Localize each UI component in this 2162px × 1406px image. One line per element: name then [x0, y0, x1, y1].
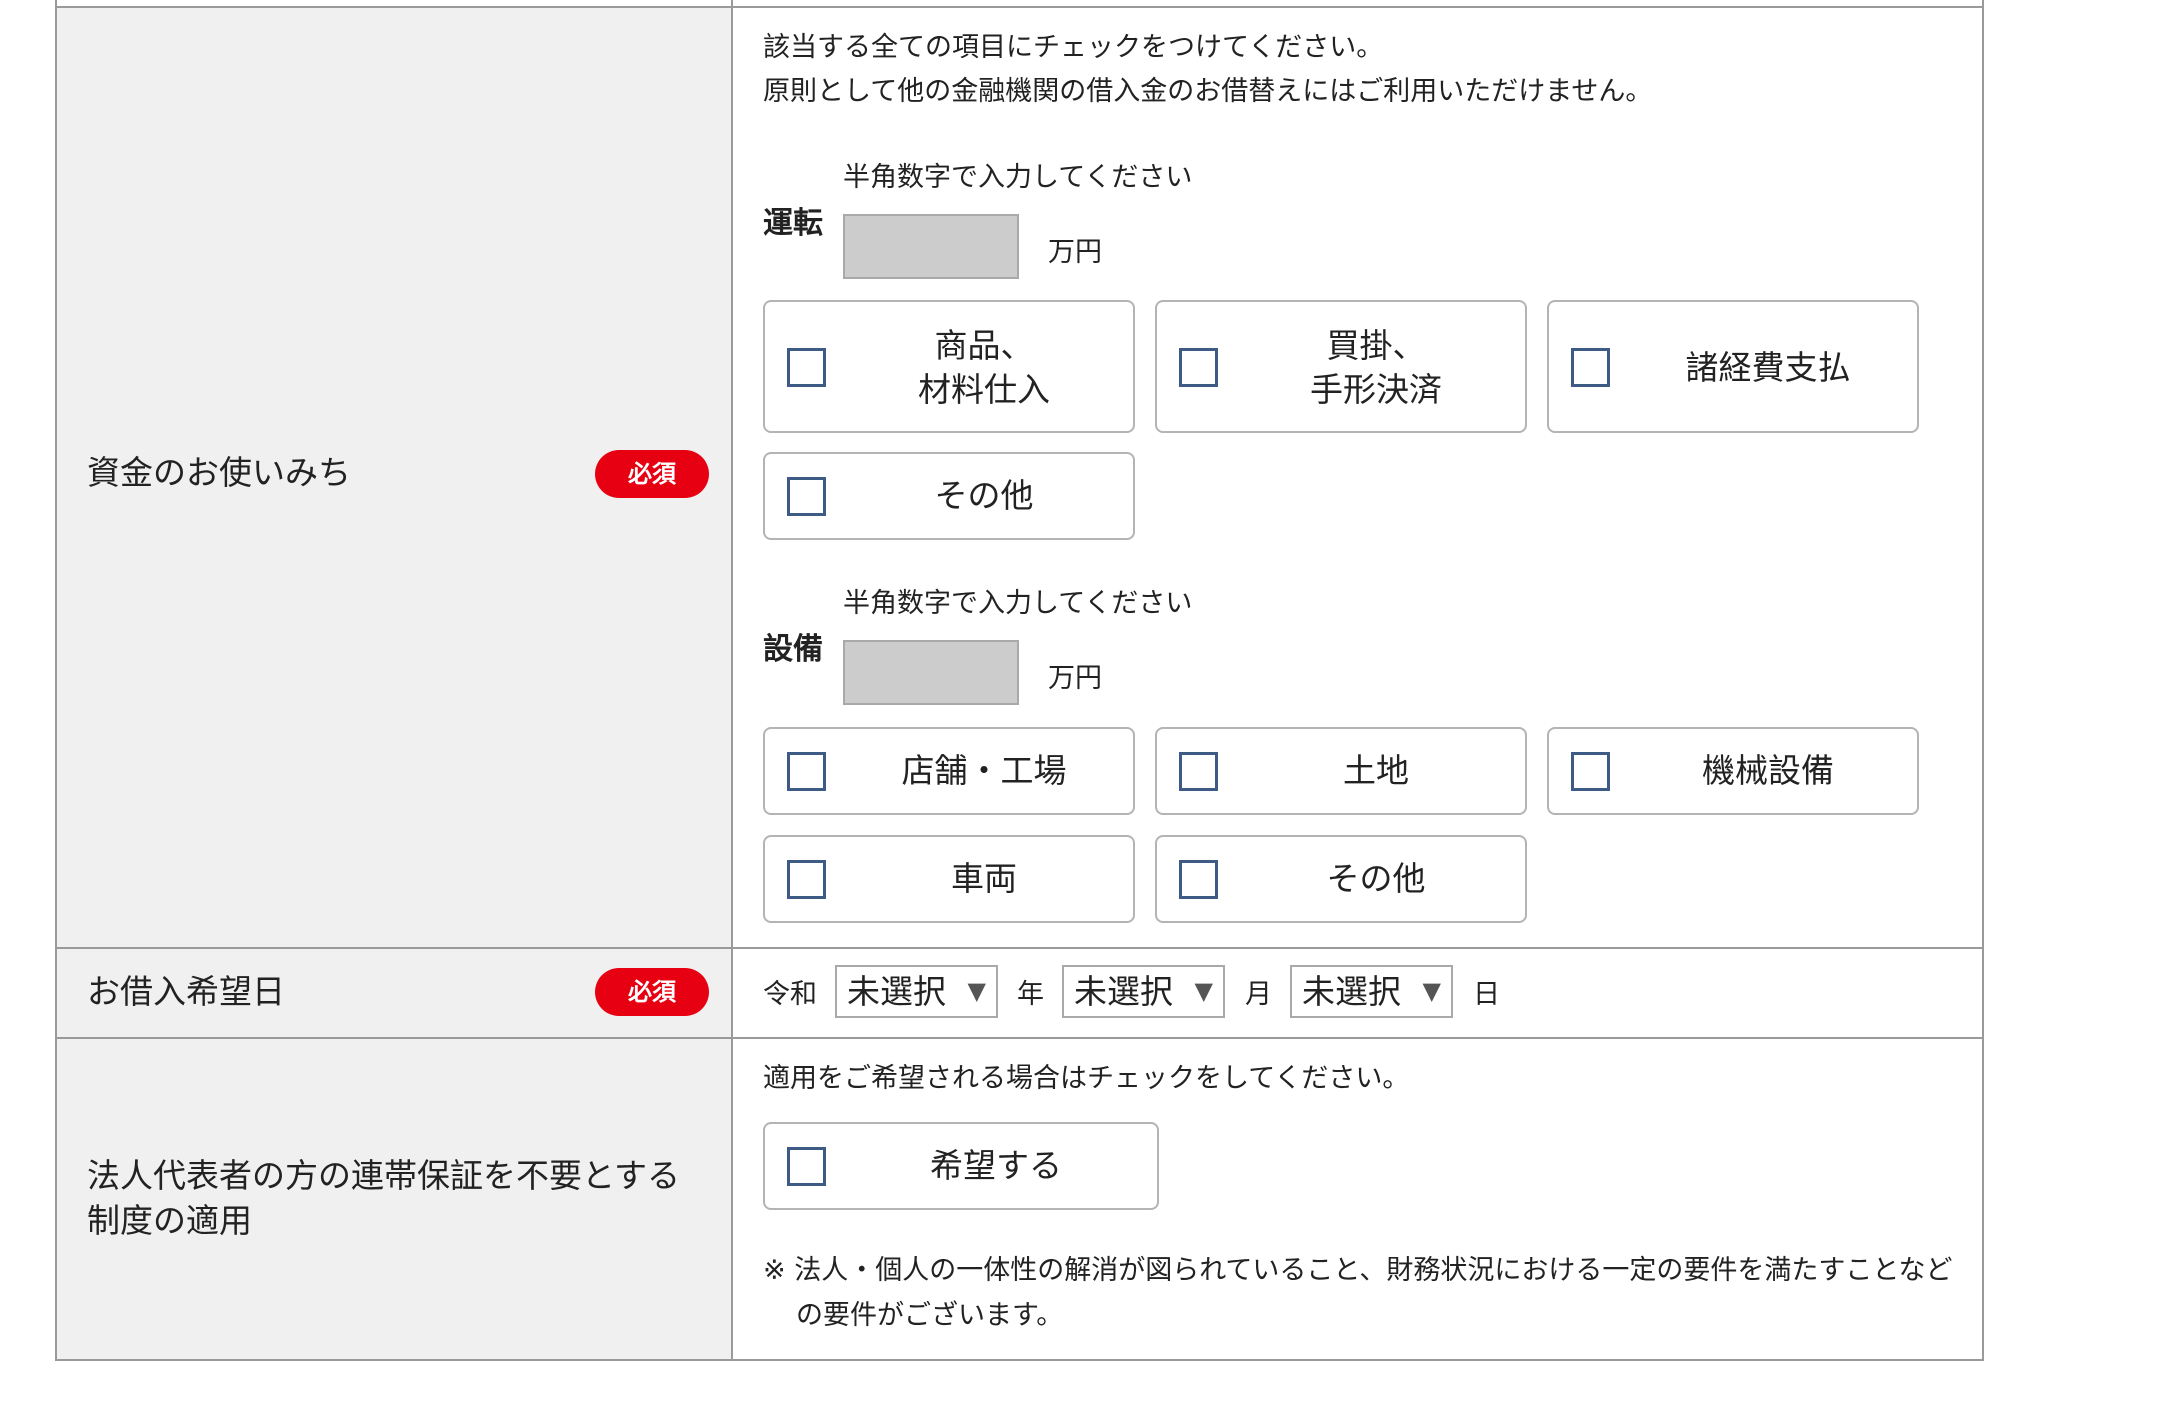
equipment-amount-input[interactable]: [843, 640, 1019, 705]
option-label: その他: [1326, 859, 1426, 898]
era-label: 令和: [763, 979, 817, 1010]
option-store-factory[interactable]: 店舗・工場: [763, 727, 1135, 815]
dropdown-arrow-icon: ▼: [967, 977, 986, 1005]
option-equipment-other[interactable]: その他: [1155, 835, 1527, 923]
month-select-value: 未選択: [1074, 972, 1173, 1011]
option-label: 機械設備: [1702, 751, 1834, 790]
year-select[interactable]: 未選択 ▼: [835, 965, 998, 1018]
guarantee-label: 法人代表者の方の連帯保証を不要とする 制度の適用: [87, 1156, 681, 1240]
required-badge: 必須: [595, 968, 709, 1016]
option-label: 商品、 材料仕入: [918, 326, 1050, 409]
year-select-value: 未選択: [847, 972, 946, 1011]
operating-hint: 半角数字で入力してください: [843, 162, 1193, 193]
equipment-unit: 万円: [1048, 663, 1102, 694]
option-guarantee-request[interactable]: 希望する: [763, 1122, 1159, 1210]
guarantee-instruction: 適用をご希望される場合はチェックをしてください。: [763, 1063, 1410, 1094]
checkbox[interactable]: [787, 477, 826, 516]
option-label: 車両: [951, 859, 1017, 898]
operating-unit: 万円: [1048, 237, 1102, 268]
option-label: 希望する: [930, 1146, 1062, 1185]
checkbox[interactable]: [787, 1147, 826, 1186]
option-machinery[interactable]: 機械設備: [1547, 727, 1919, 815]
purpose-instruction-1: 該当する全ての項目にチェックをつけてください。: [763, 32, 1384, 63]
option-label: 土地: [1343, 751, 1409, 790]
option-label: 買掛、 手形決済: [1310, 326, 1442, 409]
checkbox[interactable]: [787, 348, 826, 387]
option-label: その他: [934, 476, 1034, 515]
purpose-instruction-2: 原則として他の金融機関の借入金のお借替えにはご利用いただけません。: [763, 76, 1653, 107]
checkbox[interactable]: [1571, 348, 1610, 387]
option-vehicle[interactable]: 車両: [763, 835, 1135, 923]
borrow-date-label: お借入希望日: [87, 972, 285, 1011]
checkbox[interactable]: [1571, 752, 1610, 791]
column-divider: [731, 0, 733, 1361]
day-unit: 日: [1473, 979, 1500, 1010]
checkbox[interactable]: [1179, 348, 1218, 387]
checkbox[interactable]: [787, 752, 826, 791]
checkbox[interactable]: [1179, 860, 1218, 899]
required-badge: 必須: [595, 450, 709, 498]
option-land[interactable]: 土地: [1155, 727, 1527, 815]
guarantee-note-1: ※ 法人・個人の一体性の解消が図られていること、財務状況における一定の要件を満た…: [763, 1255, 1953, 1286]
option-label: 店舗・工場: [901, 751, 1067, 790]
checkbox[interactable]: [1179, 752, 1218, 791]
checkbox[interactable]: [787, 860, 826, 899]
option-label: 諸経費支払: [1685, 348, 1851, 387]
equipment-label: 設備: [763, 632, 823, 667]
year-unit: 年: [1017, 979, 1044, 1010]
month-select[interactable]: 未選択 ▼: [1062, 965, 1225, 1018]
option-accounts-payable[interactable]: 買掛、 手形決済: [1155, 300, 1527, 433]
purpose-label: 資金のお使いみち: [87, 453, 351, 492]
option-operating-other[interactable]: その他: [763, 452, 1135, 540]
dropdown-arrow-icon: ▼: [1194, 977, 1213, 1005]
day-select-value: 未選択: [1302, 972, 1401, 1011]
operating-amount-input[interactable]: [843, 214, 1019, 279]
month-unit: 月: [1245, 979, 1272, 1010]
dropdown-arrow-icon: ▼: [1422, 977, 1441, 1005]
day-select[interactable]: 未選択 ▼: [1290, 965, 1453, 1018]
equipment-hint: 半角数字で入力してください: [843, 588, 1193, 619]
option-expenses[interactable]: 諸経費支払: [1547, 300, 1919, 433]
option-goods-purchase[interactable]: 商品、 材料仕入: [763, 300, 1135, 433]
operating-label: 運転: [763, 206, 823, 241]
guarantee-note-2: の要件がございます。: [796, 1300, 1064, 1331]
